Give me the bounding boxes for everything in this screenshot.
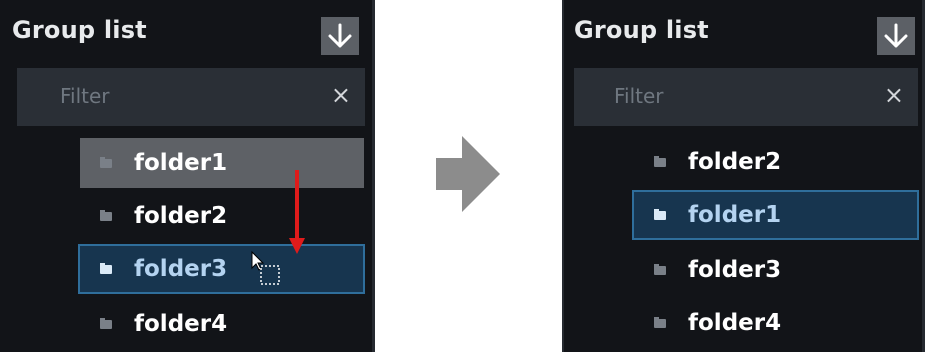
download-arrow-icon bbox=[884, 23, 908, 48]
tree-item-selected[interactable]: folder3 bbox=[78, 244, 365, 294]
filter-input[interactable]: Filter × bbox=[17, 68, 365, 126]
folder-label: folder3 bbox=[688, 257, 782, 283]
clear-filter-icon[interactable]: × bbox=[331, 81, 351, 109]
folder-icon bbox=[100, 156, 112, 168]
tree-item-selected[interactable]: folder1 bbox=[632, 190, 919, 240]
folder-label: folder4 bbox=[134, 311, 228, 337]
folder-icon bbox=[100, 209, 112, 221]
tree-item-dragging[interactable]: folder1 bbox=[80, 138, 364, 188]
tree-item[interactable]: folder4 bbox=[634, 298, 918, 348]
group-list-panel-before: Group list Filter × folder1 folder2 fold… bbox=[0, 0, 375, 352]
download-arrow-icon bbox=[328, 23, 352, 48]
download-button[interactable] bbox=[321, 17, 359, 55]
drag-cursor-icon bbox=[251, 250, 280, 285]
folder-label: folder3 bbox=[134, 256, 228, 282]
folder-label: folder1 bbox=[134, 150, 228, 176]
folder-icon bbox=[100, 262, 112, 274]
download-button[interactable] bbox=[877, 17, 915, 55]
tree-item[interactable]: folder2 bbox=[634, 137, 918, 187]
panel-title: Group list bbox=[12, 16, 147, 44]
drag-direction-arrow-icon bbox=[289, 170, 305, 254]
folder-label: folder2 bbox=[688, 149, 782, 175]
filter-placeholder: Filter bbox=[60, 84, 110, 108]
group-list-panel-after: Group list Filter × folder2 folder1 fold… bbox=[562, 0, 925, 352]
filter-placeholder: Filter bbox=[614, 84, 664, 108]
folder-label: folder1 bbox=[688, 202, 782, 228]
folder-icon bbox=[654, 155, 666, 167]
panel-title: Group list bbox=[574, 16, 709, 44]
folder-label: folder4 bbox=[688, 310, 782, 336]
clear-filter-icon[interactable]: × bbox=[884, 81, 904, 109]
tree-item[interactable]: folder3 bbox=[634, 245, 918, 295]
tree-item[interactable]: folder4 bbox=[80, 299, 364, 349]
folder-label: folder2 bbox=[134, 203, 228, 229]
folder-icon bbox=[654, 263, 666, 275]
folder-icon bbox=[654, 208, 666, 220]
tree-item[interactable]: folder2 bbox=[80, 191, 364, 241]
transition-arrow-icon bbox=[436, 136, 500, 212]
filter-input[interactable]: Filter × bbox=[574, 68, 918, 126]
folder-icon bbox=[654, 316, 666, 328]
folder-icon bbox=[100, 317, 112, 329]
